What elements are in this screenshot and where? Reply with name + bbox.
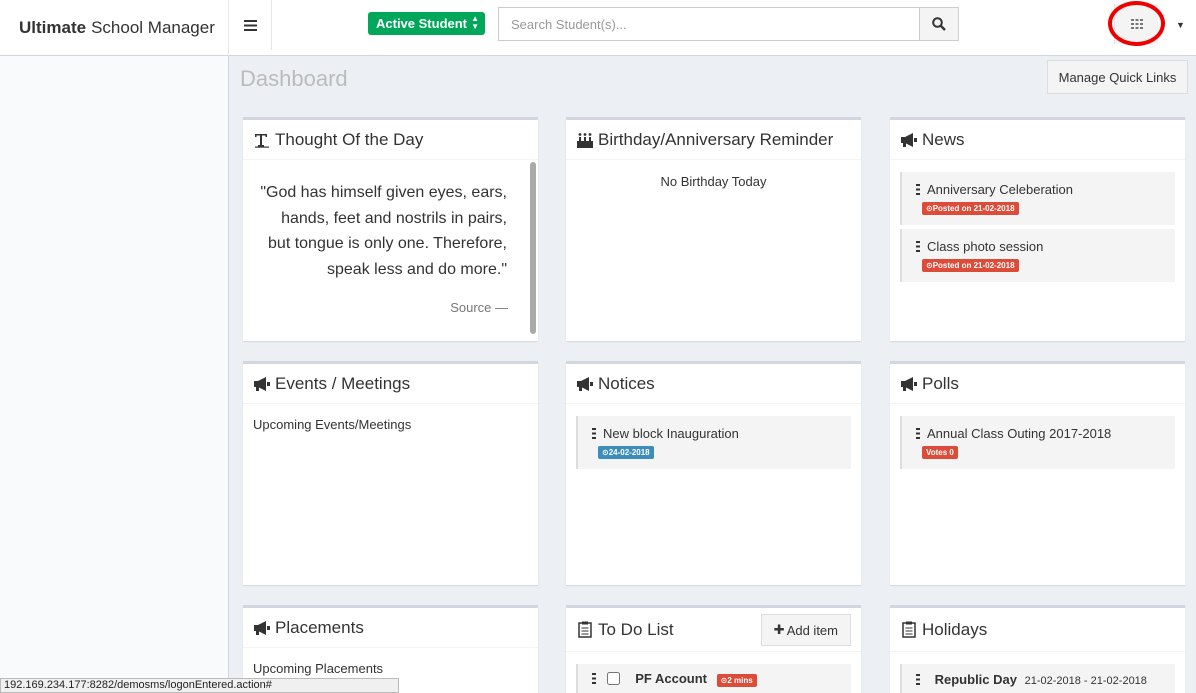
student-status-select[interactable]: Active Student ▲ ▼ [368, 12, 485, 35]
app-logo[interactable]: Ultimate School Manager [0, 0, 229, 56]
todo-box: To Do List ✚ Add item PF Account ⊙2 mins [566, 605, 861, 693]
notices-box: Notices New block Inauguration ⊙24-02-20… [566, 361, 861, 585]
box-header: Thought Of the Day [243, 120, 538, 160]
no-birthday-text: No Birthday Today [660, 174, 767, 189]
drag-handle-icon[interactable] [592, 672, 597, 687]
add-item-label: Add item [786, 622, 838, 638]
drag-handle-icon[interactable] [916, 183, 921, 198]
news-item-label: Class photo session [927, 239, 1044, 254]
bullhorn-icon [900, 375, 918, 393]
text-height-icon [253, 131, 271, 149]
holidays-box: Holidays Republic Day 21-02-2018 - 21-02… [890, 605, 1185, 693]
box-title: Notices [598, 373, 655, 393]
holiday-label: Republic Day [934, 672, 1017, 687]
box-title: Events / Meetings [275, 373, 411, 393]
box-title: Polls [922, 373, 959, 393]
list-item[interactable]: New block Inauguration ⊙24-02-2018 [576, 416, 851, 469]
brand-rest: School Manager [91, 18, 215, 37]
bullhorn-icon [900, 131, 918, 149]
sidebar [0, 56, 229, 693]
date-badge: ⊙Posted on 21-02-2018 [922, 202, 1019, 215]
quote-source: Source — [450, 300, 508, 315]
top-navbar: Ultimate School Manager Active Student ▲… [0, 0, 1196, 56]
box-title: Thought Of the Day [275, 129, 424, 149]
hamburger-icon [243, 19, 257, 31]
bullhorn-icon [253, 375, 271, 393]
list-item[interactable]: Republic Day 21-02-2018 - 21-02-2018 [900, 664, 1175, 693]
box-title: News [922, 129, 965, 149]
birthday-cake-icon [576, 131, 594, 149]
votes-badge: Votes 0 [922, 446, 958, 459]
drag-handle-icon[interactable] [916, 673, 921, 688]
brand-bold: Ultimate [19, 18, 87, 37]
box-title: To Do List [598, 619, 674, 639]
drag-handle-icon[interactable] [592, 427, 597, 442]
todo-checkbox[interactable] [606, 672, 620, 685]
highlight-circle-annotation [1108, 1, 1165, 46]
list-item[interactable]: Class photo session ⊙Posted on 21-02-201… [900, 229, 1175, 282]
box-title: Holidays [922, 619, 988, 639]
holiday-dates: 21-02-2018 - 21-02-2018 [1024, 675, 1147, 687]
clipboard-icon [900, 621, 918, 639]
quote-text: "God has himself given eyes, ears, hands… [260, 184, 507, 278]
thought-of-day-box: Thought Of the Day "God has himself give… [243, 117, 538, 341]
drag-handle-icon[interactable] [916, 240, 921, 255]
list-item[interactable]: PF Account ⊙2 mins [576, 664, 851, 693]
browser-status-bar: 192.169.234.177:8282/demosms/logonEntere… [0, 678, 399, 693]
box-title: Birthday/Anniversary Reminder [598, 129, 834, 149]
student-status-value: Active Student [376, 16, 468, 31]
plus-icon: ✚ [773, 622, 785, 637]
search-input[interactable] [499, 8, 919, 40]
box-header: Events / Meetings [243, 364, 538, 404]
box-header: Polls [890, 364, 1185, 404]
caret-down-icon[interactable]: ▼ [1176, 20, 1185, 30]
birthday-box: Birthday/Anniversary Reminder No Birthda… [566, 117, 861, 341]
scrollbar-thumb[interactable] [530, 162, 536, 334]
poll-item-label: Annual Class Outing 2017-2018 [927, 426, 1112, 441]
list-item[interactable]: Anniversary Celeberation ⊙Posted on 21-0… [900, 172, 1175, 225]
box-title: Placements [275, 617, 364, 637]
box-header: To Do List ✚ Add item [566, 608, 861, 652]
box-header: Birthday/Anniversary Reminder [566, 120, 861, 160]
polls-box: Polls Annual Class Outing 2017-2018 Vote… [890, 361, 1185, 585]
box-header: News [890, 120, 1185, 160]
clipboard-icon [576, 621, 594, 639]
page-title: Dashboard [240, 66, 348, 91]
notice-item-label: New block Inauguration [603, 426, 739, 441]
date-badge: ⊙Posted on 21-02-2018 [922, 259, 1019, 272]
drag-handle-icon[interactable] [916, 427, 921, 442]
select-arrows-icon: ▲ ▼ [471, 14, 479, 31]
search-bar [498, 7, 959, 41]
box-header: Holidays [890, 608, 1185, 652]
search-icon [932, 17, 946, 31]
search-button[interactable] [919, 8, 958, 40]
todo-item-label: PF Account [635, 671, 707, 686]
bullhorn-icon [253, 619, 271, 637]
bullhorn-icon [576, 375, 594, 393]
news-item-label: Anniversary Celeberation [927, 182, 1073, 197]
date-badge: ⊙24-02-2018 [598, 446, 654, 459]
sidebar-toggle-button[interactable] [229, 0, 272, 50]
box-header: Placements [243, 608, 538, 648]
manage-quick-links-button[interactable]: Manage Quick Links [1047, 60, 1188, 94]
box-header: Notices [566, 364, 861, 404]
news-box: News Anniversary Celeberation ⊙Posted on… [890, 117, 1185, 341]
events-body-text: Upcoming Events/Meetings [253, 417, 412, 432]
time-badge: ⊙2 mins [716, 674, 757, 687]
add-item-button[interactable]: ✚ Add item [760, 614, 851, 646]
list-item[interactable]: Annual Class Outing 2017-2018 Votes 0 [900, 416, 1175, 469]
events-box: Events / Meetings Upcoming Events/Meetin… [243, 361, 538, 585]
